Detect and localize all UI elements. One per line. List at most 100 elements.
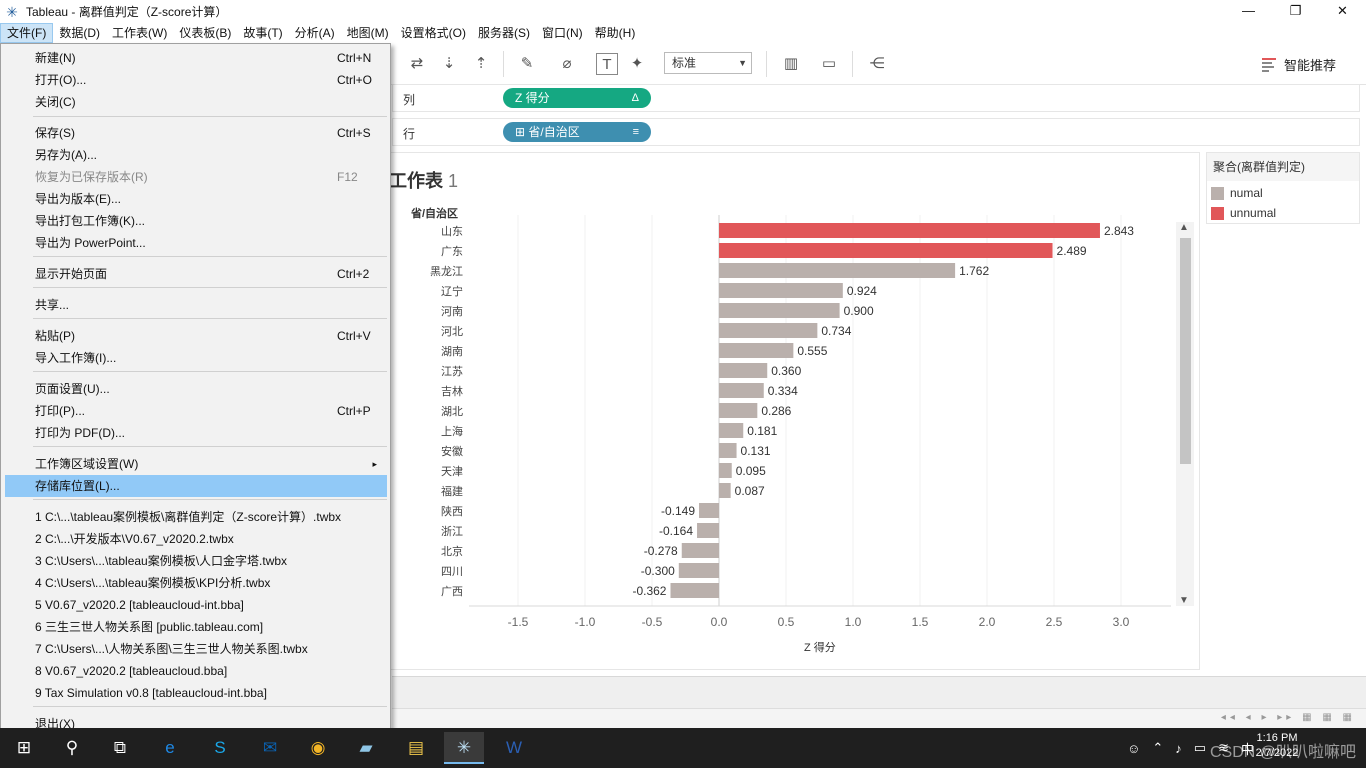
z-score-pill[interactable]: Z 得分 Δ bbox=[503, 88, 651, 108]
battery-icon[interactable]: ▭ bbox=[1194, 740, 1206, 756]
menu-help[interactable]: 帮助(H) bbox=[589, 23, 642, 43]
bar[interactable] bbox=[719, 383, 764, 398]
file-menu-item[interactable]: 导出打包工作簿(K)... bbox=[5, 210, 387, 232]
word-icon[interactable]: W bbox=[494, 732, 534, 764]
bar[interactable] bbox=[699, 503, 719, 518]
menu-analysis[interactable]: 分析(A) bbox=[289, 23, 341, 43]
category-label[interactable]: 福建 bbox=[441, 484, 463, 498]
task-view-icon[interactable]: ⧉ bbox=[100, 732, 140, 764]
file-menu-item[interactable]: 粘贴(P) Ctrl+V bbox=[5, 325, 387, 347]
category-label[interactable]: 天津 bbox=[441, 465, 463, 478]
highlight-pen-icon[interactable]: ✎ bbox=[516, 53, 538, 75]
category-label[interactable]: 湖南 bbox=[441, 345, 463, 358]
menu-map[interactable]: 地图(M) bbox=[341, 23, 395, 43]
bar[interactable] bbox=[678, 563, 719, 578]
file-menu-item[interactable]: 打印为 PDF(D)... bbox=[5, 422, 387, 444]
category-label[interactable]: 浙江 bbox=[441, 525, 463, 538]
columns-shelf[interactable]: 列 Z 得分 Δ bbox=[392, 84, 1360, 112]
recent-file-item[interactable]: 1 C:\...\tableau案例模板\离群值判定（Z-score计算）.tw… bbox=[5, 506, 387, 528]
scrollbar-thumb[interactable] bbox=[1180, 238, 1191, 464]
search-icon[interactable]: ⚲ bbox=[52, 732, 92, 764]
recent-file-item[interactable]: 4 C:\Users\...\tableau案例模板\KPI分析.twbx bbox=[5, 572, 387, 594]
recent-file-item[interactable]: 8 V0.67_v2020.2 [tableaucloud.bba] bbox=[5, 660, 387, 682]
province-pill[interactable]: ⊞ 省/自治区 ≡ bbox=[503, 122, 651, 142]
smart-recommend-button[interactable]: 智能推荐 bbox=[1262, 53, 1336, 75]
category-label[interactable]: 广东 bbox=[441, 245, 463, 258]
maximize-button[interactable]: ❐ bbox=[1272, 0, 1319, 23]
menu-format[interactable]: 设置格式(O) bbox=[395, 23, 472, 43]
bar[interactable] bbox=[697, 523, 719, 538]
file-menu-item[interactable]: 新建(N) Ctrl+N bbox=[5, 47, 387, 69]
file-menu-item[interactable]: 打印(P)... Ctrl+P bbox=[5, 400, 387, 422]
bar[interactable] bbox=[719, 303, 840, 318]
bar[interactable] bbox=[681, 543, 719, 558]
category-label[interactable]: 广西 bbox=[441, 585, 463, 598]
bar[interactable] bbox=[719, 403, 758, 418]
category-label[interactable]: 陕西 bbox=[441, 504, 463, 518]
category-label[interactable]: 河北 bbox=[441, 325, 463, 338]
category-label[interactable]: 吉林 bbox=[441, 384, 463, 398]
file-menu-item[interactable]: 导出为版本(E)... bbox=[5, 188, 387, 210]
menu-window[interactable]: 窗口(N) bbox=[536, 23, 589, 43]
file-menu-item[interactable]: 工作簿区域设置(W) ▸ bbox=[5, 453, 387, 475]
category-label[interactable]: 山东 bbox=[441, 225, 463, 238]
bar[interactable] bbox=[719, 343, 794, 358]
category-label[interactable]: 河南 bbox=[441, 305, 463, 318]
bar[interactable] bbox=[719, 263, 956, 278]
recent-file-item[interactable]: 2 C:\...\开发版本\V0.67_v2020.2.twbx bbox=[5, 528, 387, 550]
bar[interactable] bbox=[670, 583, 719, 598]
menu-data[interactable]: 数据(D) bbox=[53, 23, 106, 43]
menu-file[interactable]: 文件(F) bbox=[0, 23, 54, 43]
file-menu-item[interactable]: 导入工作簿(I)... bbox=[5, 347, 387, 369]
category-label[interactable]: 江苏 bbox=[441, 365, 463, 378]
file-explorer-icon[interactable]: ▤ bbox=[396, 732, 436, 764]
chevron-up-icon[interactable]: ⌃ bbox=[1152, 740, 1163, 756]
skype-icon[interactable]: S bbox=[200, 732, 240, 764]
close-button[interactable]: ✕ bbox=[1319, 0, 1366, 23]
file-menu-item[interactable]: 导出为 PowerPoint... bbox=[5, 232, 387, 254]
category-label[interactable]: 安徽 bbox=[441, 444, 463, 458]
show-me-chart-icon[interactable]: ▥ bbox=[780, 53, 802, 75]
menu-story[interactable]: 故事(T) bbox=[237, 23, 288, 43]
bar[interactable] bbox=[719, 363, 768, 378]
notes-icon[interactable]: ▰ bbox=[346, 732, 386, 764]
bar[interactable] bbox=[719, 423, 744, 438]
legend-item-unnumal[interactable]: unnumal bbox=[1211, 206, 1276, 220]
share-icon[interactable]: ⋲ bbox=[866, 53, 888, 75]
people-icon[interactable]: ☺ bbox=[1127, 741, 1140, 756]
category-label[interactable]: 辽宁 bbox=[441, 284, 463, 298]
file-menu-item[interactable]: 保存(S) Ctrl+S bbox=[5, 122, 387, 144]
recent-file-item[interactable]: 7 C:\Users\...\人物关系图\三生三世人物关系图.twbx bbox=[5, 638, 387, 660]
recent-file-item[interactable]: 5 V0.67_v2020.2 [tableaucloud-int.bba] bbox=[5, 594, 387, 616]
bar[interactable] bbox=[719, 443, 737, 458]
minimize-button[interactable]: — bbox=[1225, 0, 1272, 23]
rows-shelf[interactable]: 行 ⊞ 省/自治区 ≡ bbox=[392, 118, 1360, 146]
chart-scrollbar[interactable]: ▲ ▼ bbox=[1176, 222, 1194, 606]
file-menu-item[interactable]: 恢复为已保存版本(R) F12 bbox=[5, 166, 387, 188]
category-label[interactable]: 四川 bbox=[441, 565, 463, 578]
swap-rows-columns-icon[interactable]: ⇄ bbox=[406, 53, 428, 75]
category-label[interactable]: 黑龙江 bbox=[430, 265, 463, 278]
recent-file-item[interactable]: 6 三生三世人物关系图 [public.tableau.com] bbox=[5, 616, 387, 638]
file-menu-item[interactable]: 关闭(C) bbox=[5, 91, 387, 113]
outlook-icon[interactable]: ✉ bbox=[250, 732, 290, 764]
recent-file-item[interactable]: 3 C:\Users\...\tableau案例模板\人口金字塔.twbx bbox=[5, 550, 387, 572]
category-label[interactable]: 上海 bbox=[441, 424, 463, 438]
bar[interactable] bbox=[719, 323, 818, 338]
file-menu-item[interactable]: 打开(O)... Ctrl+O bbox=[5, 69, 387, 91]
recent-file-item[interactable]: 9 Tax Simulation v0.8 [tableaucloud-int.… bbox=[5, 682, 387, 704]
file-menu-item[interactable]: 存储库位置(L)... bbox=[5, 475, 387, 497]
menu-dashboard[interactable]: 仪表板(B) bbox=[173, 23, 237, 43]
file-menu-item[interactable]: 显示开始页面 Ctrl+2 bbox=[5, 263, 387, 285]
bar[interactable] bbox=[719, 243, 1053, 258]
internet-explorer-icon[interactable]: e bbox=[150, 732, 190, 764]
presentation-mode-icon[interactable]: ▭ bbox=[818, 53, 840, 75]
sheet-navigation-icon[interactable]: ◂◂ ◂ ▸ ▸▸ ▦ ▦ ▦ bbox=[1221, 712, 1356, 723]
file-menu-item[interactable]: 另存为(A)... bbox=[5, 144, 387, 166]
group-clip-icon[interactable]: ⌀ bbox=[556, 53, 578, 75]
windows-start-icon[interactable]: ⊞ bbox=[4, 732, 44, 764]
menu-worksheet[interactable]: 工作表(W) bbox=[106, 23, 173, 43]
fit-dropdown[interactable]: 标准 ▼ bbox=[664, 52, 752, 74]
bar[interactable] bbox=[719, 463, 732, 478]
show-labels-icon[interactable]: T bbox=[596, 53, 618, 75]
